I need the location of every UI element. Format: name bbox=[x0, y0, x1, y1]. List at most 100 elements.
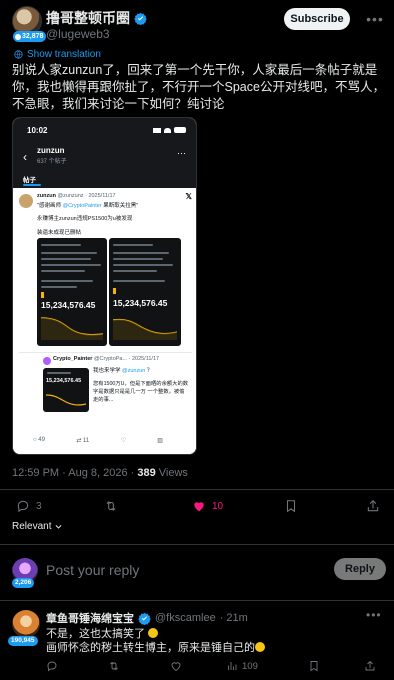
quoted-shot-curve bbox=[46, 394, 86, 406]
laughing-emoji-icon bbox=[255, 642, 265, 652]
author-name[interactable]: 撸哥整顿币圈 bbox=[46, 8, 130, 28]
subscribe-button[interactable]: Subscribe bbox=[284, 8, 350, 30]
reply-time: · 21m bbox=[219, 612, 248, 624]
media-divider bbox=[19, 352, 192, 353]
reply-author-avatar[interactable] bbox=[12, 610, 40, 638]
media-quoted-avatar bbox=[43, 357, 51, 365]
reply-more-icon[interactable]: ••• bbox=[366, 608, 382, 622]
reply-author-name[interactable]: 章鱼哥锤海绵宝宝 bbox=[46, 610, 134, 626]
reply-views[interactable]: 109 bbox=[226, 660, 258, 672]
reply-header: 章鱼哥锤海绵宝宝 @fkscamlee · 21m bbox=[46, 610, 248, 626]
media-views-icon: ▥ bbox=[157, 438, 163, 444]
repost-button[interactable] bbox=[104, 499, 124, 513]
shot-number-right: 15,234,576.45 bbox=[113, 298, 168, 308]
media-quoted-author: Crypto_Painter @CryptoPa... · 2025/11/17 bbox=[53, 356, 160, 362]
media-tweet-quote: "感谢画师 @CryptoPainter 果断取关拉黑" bbox=[37, 203, 139, 209]
media-quoted-text2: 您有1500万U，但是下面晒的余额大的数字是数据只是是几一万 一个整数，被偷走的… bbox=[93, 381, 189, 403]
show-translation-label[interactable]: Show translation bbox=[27, 49, 101, 60]
reply-input[interactable]: Post your reply bbox=[46, 562, 139, 578]
reply-button[interactable]: 3 bbox=[16, 499, 42, 513]
divider-before-comment bbox=[0, 600, 394, 601]
heart-icon bbox=[171, 662, 181, 672]
author-name-row[interactable]: 撸哥整顿币圈 bbox=[46, 8, 147, 28]
reply-share-button[interactable] bbox=[364, 660, 376, 672]
author-handle[interactable]: @lugeweb3 bbox=[46, 27, 110, 41]
media-tweet-avatar bbox=[19, 194, 33, 208]
share-icon bbox=[365, 660, 375, 671]
media-more-icon: ⋯ bbox=[177, 148, 186, 158]
back-arrow-icon: ‹ bbox=[23, 150, 27, 164]
signal-icon bbox=[153, 127, 161, 133]
verified-badge-icon bbox=[138, 612, 151, 625]
shot-number-left: 15,234,576.45 bbox=[41, 300, 96, 310]
media-tweet: zunzun @zunzunz · 2025/11/17 𝕏 "感谢画师 @Cr… bbox=[13, 188, 196, 454]
chevron-down-icon bbox=[56, 525, 62, 529]
sort-relevant-dropdown[interactable]: Relevant bbox=[12, 521, 63, 532]
heart-icon bbox=[194, 502, 204, 512]
media-tweet-line1: 永赚博主zunzun违规PS1500为u被发现 bbox=[37, 216, 133, 222]
divider-top-actions bbox=[0, 489, 394, 490]
reply-reply-button[interactable] bbox=[46, 660, 58, 672]
media-tweet-actions: ○ 49 ⇄ 11 ♡ ▥ bbox=[33, 437, 163, 444]
media-x-logo-icon: 𝕏 bbox=[185, 192, 192, 201]
media-quoted-screenshot: 15,234,576.45 bbox=[43, 368, 89, 412]
quoted-shot-number: 15,234,576.45 bbox=[46, 378, 82, 384]
media-tab-indicator bbox=[23, 184, 41, 186]
post-time[interactable]: 12:59 PM · Aug 8, 2026 · bbox=[12, 467, 137, 479]
media-screenshot-right: 15,234,576.45 bbox=[109, 238, 181, 346]
media-screenshot-left: 15,234,576.45 bbox=[37, 238, 107, 346]
media-community-name: zunzun bbox=[37, 146, 65, 155]
post-header: 32,878 撸哥整顿币圈 @lugeweb3 Subscribe ••• bbox=[0, 0, 394, 56]
reply-like-button[interactable] bbox=[170, 660, 182, 672]
reply-actions: 109 bbox=[46, 660, 386, 674]
shot-curve-left bbox=[41, 317, 103, 340]
post-meta: 12:59 PM · Aug 8, 2026 · 389 Views bbox=[12, 467, 188, 479]
author-badge: 32,878 bbox=[13, 31, 47, 42]
post-media-image[interactable]: 10:02 ‹ zunzun 637 个帖子 ⋯ 帖子 zunzun @zunz… bbox=[12, 117, 197, 455]
reply-author-handle[interactable]: @fkscamlee bbox=[155, 612, 216, 624]
reply-count: 3 bbox=[36, 500, 42, 512]
battery-icon bbox=[174, 127, 186, 133]
media-status-icons bbox=[153, 127, 186, 133]
bookmark-icon bbox=[286, 500, 296, 513]
share-button[interactable] bbox=[366, 499, 380, 513]
media-quoted-text1: 我也来学学 @zunzun ？ bbox=[93, 368, 153, 374]
like-count: 10 bbox=[212, 500, 224, 512]
reply-views-count: 109 bbox=[242, 660, 258, 672]
badge-dot-icon bbox=[15, 33, 21, 40]
reply-composer: 2,206 Post your reply Reply bbox=[0, 548, 394, 594]
post-views-label: Views bbox=[158, 467, 188, 479]
verified-badge-icon bbox=[134, 12, 147, 25]
media-tweet-author: zunzun @zunzunz · 2025/11/17 bbox=[37, 193, 116, 199]
bookmark-button[interactable] bbox=[284, 499, 298, 513]
translate-icon bbox=[14, 50, 23, 59]
my-avatar-badge: 2,206 bbox=[12, 578, 35, 588]
show-translation-link[interactable]: Show translation bbox=[14, 49, 101, 60]
reply-repost-button[interactable] bbox=[108, 660, 120, 672]
reply-icon bbox=[17, 500, 29, 513]
reply-bookmark-button[interactable] bbox=[308, 660, 320, 672]
wifi-icon bbox=[164, 127, 171, 133]
media-app-header: 10:02 ‹ zunzun 637 个帖子 ⋯ 帖子 bbox=[13, 118, 196, 188]
reply-text-line2: 画师怀念的秽土转生博主，原来是锤自己的 bbox=[46, 639, 265, 655]
reply-item[interactable]: 190,945 章鱼哥锤海绵宝宝 @fkscamlee · 21m ••• 不是… bbox=[0, 604, 394, 680]
views-icon bbox=[228, 662, 237, 670]
media-like-icon: ♡ bbox=[120, 438, 126, 444]
share-icon bbox=[367, 500, 379, 512]
media-status-time: 10:02 bbox=[27, 126, 48, 135]
divider-before-reply bbox=[0, 544, 394, 545]
shot-curve-right bbox=[113, 318, 177, 340]
sort-label[interactable]: Relevant bbox=[12, 521, 51, 532]
like-button[interactable]: 10 bbox=[192, 499, 223, 513]
post-views-count: 389 bbox=[137, 467, 156, 479]
media-tweet-line2: 装逼未成现已删帖 bbox=[37, 230, 82, 236]
more-icon[interactable]: ••• bbox=[364, 8, 386, 30]
media-reply-count: ○ 49 bbox=[33, 437, 45, 443]
media-tab-posts: 帖子 bbox=[23, 177, 36, 184]
media-repost-count: ⇄ 11 bbox=[76, 438, 90, 444]
post-text: 别说人家zunzun了，回来了第一个先干你，人家最后一条帖子就是你，我也懒得再跟… bbox=[12, 63, 385, 111]
reply-submit-button[interactable]: Reply bbox=[334, 558, 386, 580]
author-badge-count: 32,878 bbox=[22, 33, 44, 40]
reply-icon bbox=[47, 661, 57, 672]
laughing-emoji-icon bbox=[148, 628, 159, 638]
